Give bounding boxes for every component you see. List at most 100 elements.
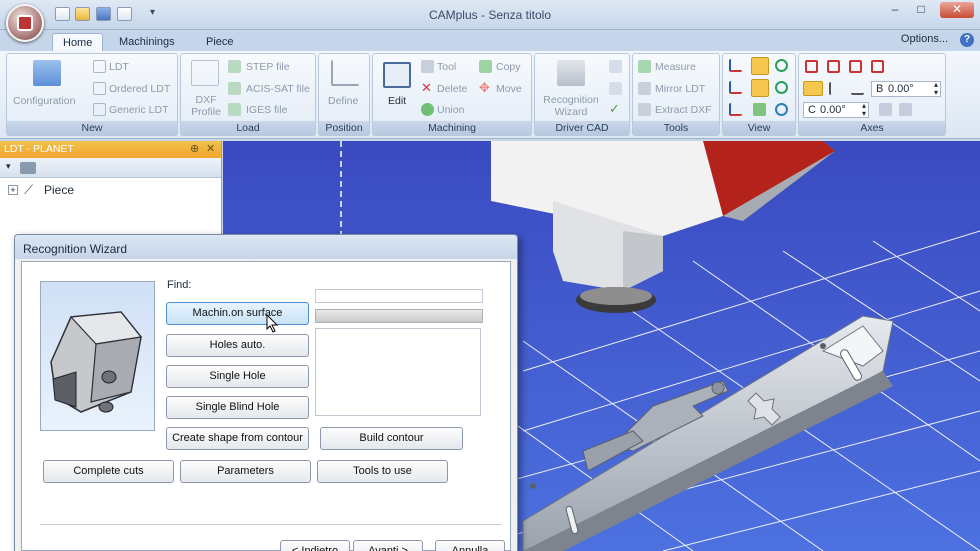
move-button[interactable]: Move — [496, 83, 522, 95]
zoom-extents-icon[interactable] — [753, 103, 766, 116]
define-icon — [331, 60, 359, 86]
delete-icon: ✕ — [421, 80, 432, 95]
axis-align-icon[interactable] — [803, 81, 823, 96]
ordered-ldt-button[interactable]: Ordered LDT — [109, 83, 170, 95]
window-title: CAMplus - Senza titolo — [428, 8, 552, 22]
view-axis-icon-3[interactable] — [729, 103, 742, 116]
group-tools-label: Tools — [633, 121, 719, 135]
expand-icon[interactable]: + — [8, 185, 18, 195]
tool-button[interactable]: Tool — [437, 61, 456, 73]
preview-image — [40, 281, 155, 431]
holes-auto-button[interactable]: Holes auto. — [166, 334, 309, 357]
configuration-icon — [33, 60, 61, 86]
axis-tool-icon-2[interactable] — [899, 103, 912, 116]
define-button[interactable]: Define — [328, 95, 358, 107]
union-button[interactable]: Union — [437, 104, 464, 116]
group-tools: Measure Mirror LDT Extract DXF Tools — [632, 53, 720, 136]
axis-icon-2[interactable] — [827, 60, 840, 73]
axis-icon-1[interactable] — [805, 60, 818, 73]
view-select-icon[interactable] — [751, 57, 769, 75]
tree-item-piece[interactable]: Piece — [44, 183, 74, 197]
axis-c-label: C — [808, 104, 816, 116]
ldt-icon — [93, 60, 106, 73]
cancel-button[interactable]: Annulla — [435, 540, 505, 551]
copy-button[interactable]: Copy — [496, 61, 521, 73]
dxf-profile-button[interactable]: DXF Profile — [189, 94, 223, 118]
driver-cad-icon-2[interactable] — [609, 82, 622, 95]
recognition-wizard-button[interactable]: Recognition Wizard — [539, 94, 603, 118]
tab-machinings[interactable]: Machinings — [109, 33, 185, 52]
create-shape-button[interactable]: Create shape from contour — [166, 427, 309, 450]
dialog-title: Recognition Wizard — [15, 235, 517, 259]
ldt-dropdown-icon[interactable]: ▾ — [6, 161, 11, 172]
hole-2 — [820, 343, 826, 349]
edit-button[interactable]: Edit — [388, 95, 406, 107]
parameters-button[interactable]: Parameters — [180, 460, 311, 483]
tool-icon — [421, 60, 434, 73]
options-menu[interactable]: Options... — [901, 33, 948, 45]
axis-angle-icon[interactable] — [829, 82, 842, 95]
single-hole-button[interactable]: Single Hole — [166, 365, 309, 388]
group-load: DXF Profile STEP file ACIS-SAT file IGES… — [180, 53, 316, 136]
b-spin-icon[interactable]: ▴ ▾ — [934, 81, 938, 97]
panel-close-icon[interactable]: ✕ — [206, 141, 215, 158]
help-icon[interactable]: ? — [960, 33, 974, 47]
axis-c-field[interactable]: C 0.00° ▴ ▾ — [803, 102, 869, 118]
folder-icon[interactable] — [20, 162, 36, 174]
mirror-icon — [638, 82, 651, 95]
back-button[interactable]: < Indietro — [280, 540, 350, 551]
measure-button[interactable]: Measure — [655, 61, 696, 73]
step-file-icon — [228, 60, 241, 73]
tab-piece[interactable]: Piece — [196, 33, 244, 52]
extract-icon — [638, 103, 651, 116]
axis-b-field[interactable]: B 0.00° ▴ ▾ — [871, 81, 941, 97]
axis-tool-icon-1[interactable] — [879, 103, 892, 116]
tools-to-use-button[interactable]: Tools to use — [317, 460, 448, 483]
piece-icon: ⟋ — [24, 182, 34, 197]
hole-1 — [711, 381, 725, 395]
acis-file-button[interactable]: ACIS-SAT file — [246, 83, 310, 95]
group-machining: Edit Tool ✕ Delete Union Copy ✥ Move Mac… — [372, 53, 532, 136]
delete-button[interactable]: Delete — [437, 83, 467, 95]
check-icon[interactable]: ✓ — [609, 102, 622, 116]
tool-holder-ring — [580, 287, 652, 305]
step-file-button[interactable]: STEP file — [246, 61, 290, 73]
single-blind-hole-button[interactable]: Single Blind Hole — [166, 396, 309, 419]
extract-dxf-button[interactable]: Extract DXF — [655, 104, 712, 116]
group-axes: B 0.00° ▴ ▾ C 0.00° ▴ ▾ Axes — [798, 53, 946, 136]
group-view-label: View — [723, 121, 795, 135]
group-new-label: New — [7, 121, 177, 135]
next-button[interactable]: Avanti > — [353, 540, 423, 551]
progress-bar — [315, 309, 483, 323]
move-icon: ✥ — [479, 80, 490, 95]
view-pick-icon[interactable] — [751, 79, 769, 97]
maximize-icon[interactable]: □ — [910, 2, 932, 18]
zoom-window-icon[interactable] — [775, 81, 788, 94]
axis-rotate-icon[interactable] — [851, 82, 864, 95]
zoom-icon[interactable] — [775, 59, 788, 72]
group-load-label: Load — [181, 121, 315, 135]
group-machining-label: Machining — [373, 121, 531, 135]
c-spin-icon[interactable]: ▴ ▾ — [862, 102, 866, 118]
pin-icon[interactable]: ⊕ — [190, 141, 199, 158]
ldt-panel-header: LDT - PLANET ⊕ ✕ — [0, 141, 221, 158]
mirror-ldt-button[interactable]: Mirror LDT — [655, 83, 705, 95]
iges-file-button[interactable]: IGES file — [246, 104, 287, 116]
build-contour-button[interactable]: Build contour — [320, 427, 463, 450]
machin-on-surface-button[interactable]: Machin.on surface — [166, 302, 309, 325]
view-axis-icon-1[interactable] — [729, 59, 742, 72]
application-menu-button[interactable] — [6, 4, 44, 42]
axis-icon-3[interactable] — [849, 60, 862, 73]
complete-cuts-button[interactable]: Complete cuts — [43, 460, 174, 483]
minimize-icon[interactable]: – — [884, 2, 906, 18]
pan-icon[interactable] — [775, 103, 788, 116]
close-icon[interactable]: ✕ — [940, 2, 974, 18]
axis-icon-4[interactable] — [871, 60, 884, 73]
configuration-button[interactable]: Configuration — [13, 95, 75, 107]
tab-home[interactable]: Home — [52, 33, 104, 52]
axis-b-value: 0.00° — [888, 83, 914, 95]
ldt-button[interactable]: LDT — [109, 61, 129, 73]
generic-ldt-button[interactable]: Generic LDT — [109, 104, 169, 116]
view-axis-icon-2[interactable] — [729, 81, 742, 94]
driver-cad-icon-1[interactable] — [609, 60, 622, 73]
